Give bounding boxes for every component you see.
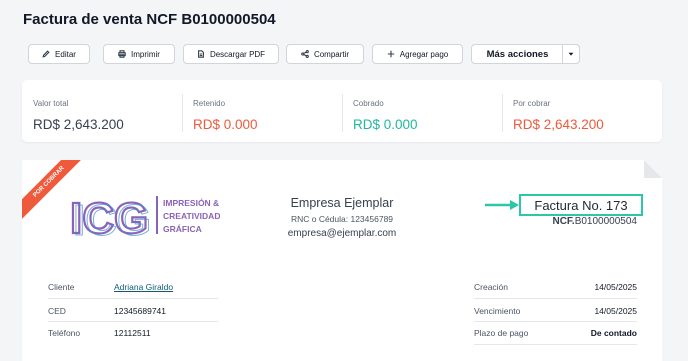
- logo-line-3: GRÁFICA: [163, 224, 202, 234]
- page-fold: [644, 160, 662, 178]
- due-date-label: Vencimiento: [474, 306, 521, 316]
- summary-pending-value: RD$ 2,643.200: [513, 117, 604, 132]
- share-icon: [301, 50, 309, 58]
- due-date-value: 14/05/2025: [594, 306, 637, 316]
- add-payment-button-label: Agregar pago: [399, 49, 449, 59]
- payment-term-label: Plazo de pago: [474, 328, 529, 338]
- add-payment-button[interactable]: Agregar pago: [372, 44, 463, 64]
- phone-value: 12112511: [114, 328, 151, 338]
- edit-button[interactable]: Editar: [28, 44, 90, 64]
- row-divider: [48, 298, 218, 299]
- document-icon: [197, 50, 204, 58]
- caret-down-icon: [568, 52, 574, 56]
- page-title: Factura de venta NCF B0100000504: [23, 11, 276, 28]
- share-button[interactable]: Compartir: [286, 44, 364, 64]
- creation-date-value: 14/05/2025: [594, 282, 637, 292]
- row-divider: [474, 298, 637, 299]
- ced-value: 12345689741: [114, 306, 167, 316]
- company-email: empresa@ejemplar.com: [287, 228, 397, 239]
- ced-label: CED: [48, 306, 66, 316]
- summary-retained-label: Retenido: [193, 99, 226, 108]
- company-rnc: RNC o Cédula: 123456789: [290, 214, 394, 224]
- summary-divider: [502, 94, 503, 132]
- more-actions-label: Más acciones: [486, 48, 549, 60]
- logo-letters-shadow: ICG: [73, 196, 151, 245]
- summary-total-label: Valor total: [33, 99, 69, 108]
- invoice-number-highlight: Factura No. 173: [519, 194, 643, 216]
- summary-pending-label: Por cobrar: [513, 99, 551, 108]
- arrow-right-icon: [485, 200, 519, 210]
- phone-label: Teléfono: [48, 328, 81, 338]
- row-divider: [48, 321, 218, 322]
- company-info: Empresa Ejemplar RNC o Cédula: 123456789…: [254, 196, 430, 239]
- company-name: Empresa Ejemplar: [290, 196, 394, 210]
- more-actions-dropdown-button[interactable]: [562, 44, 580, 64]
- summary-divider: [182, 94, 183, 132]
- summary-collected-value: RD$ 0.000: [353, 117, 418, 132]
- summary-panel: Valor total RD$ 2,643.200 Retenido RD$ 0…: [22, 80, 662, 142]
- invoice-ncf: NCF.B0100000504: [552, 216, 637, 227]
- invoice-document: POR COBRAR ICG ICG IMPRESIÓN & CREATIVID…: [22, 160, 662, 361]
- summary-collected-label: Cobrado: [353, 99, 384, 108]
- printer-icon: [118, 50, 126, 58]
- print-button-label: Imprimir: [131, 49, 160, 59]
- summary-divider: [342, 94, 343, 132]
- edit-button-label: Editar: [55, 49, 76, 59]
- company-logo: ICG ICG IMPRESIÓN & CREATIVIDAD GRÁFICA: [70, 193, 220, 245]
- client-label: Cliente: [48, 282, 75, 292]
- logo-divider: [156, 196, 158, 234]
- summary-total-value: RD$ 2,643.200: [33, 117, 124, 132]
- pencil-icon: [42, 50, 50, 58]
- row-divider: [474, 321, 637, 322]
- plus-icon: [387, 50, 394, 58]
- download-pdf-button[interactable]: Descargar PDF: [183, 44, 279, 64]
- logo-line-2: CREATIVIDAD: [163, 211, 220, 221]
- print-button[interactable]: Imprimir: [103, 44, 175, 64]
- logo-line-1: IMPRESIÓN &: [163, 197, 219, 208]
- row-divider: [474, 344, 637, 345]
- share-button-label: Compartir: [313, 49, 350, 59]
- invoice-number: Factura No. 173: [534, 197, 628, 213]
- summary-retained-value: RD$ 0.000: [193, 117, 258, 132]
- download-pdf-button-label: Descargar PDF: [209, 49, 266, 59]
- ncf-prefix: NCF.: [552, 216, 575, 227]
- client-name-link[interactable]: Adriana Giraldo: [114, 282, 173, 292]
- ncf-value: B0100000504: [574, 216, 637, 227]
- payment-term-value: De contado: [590, 328, 637, 338]
- creation-date-label: Creación: [474, 282, 509, 292]
